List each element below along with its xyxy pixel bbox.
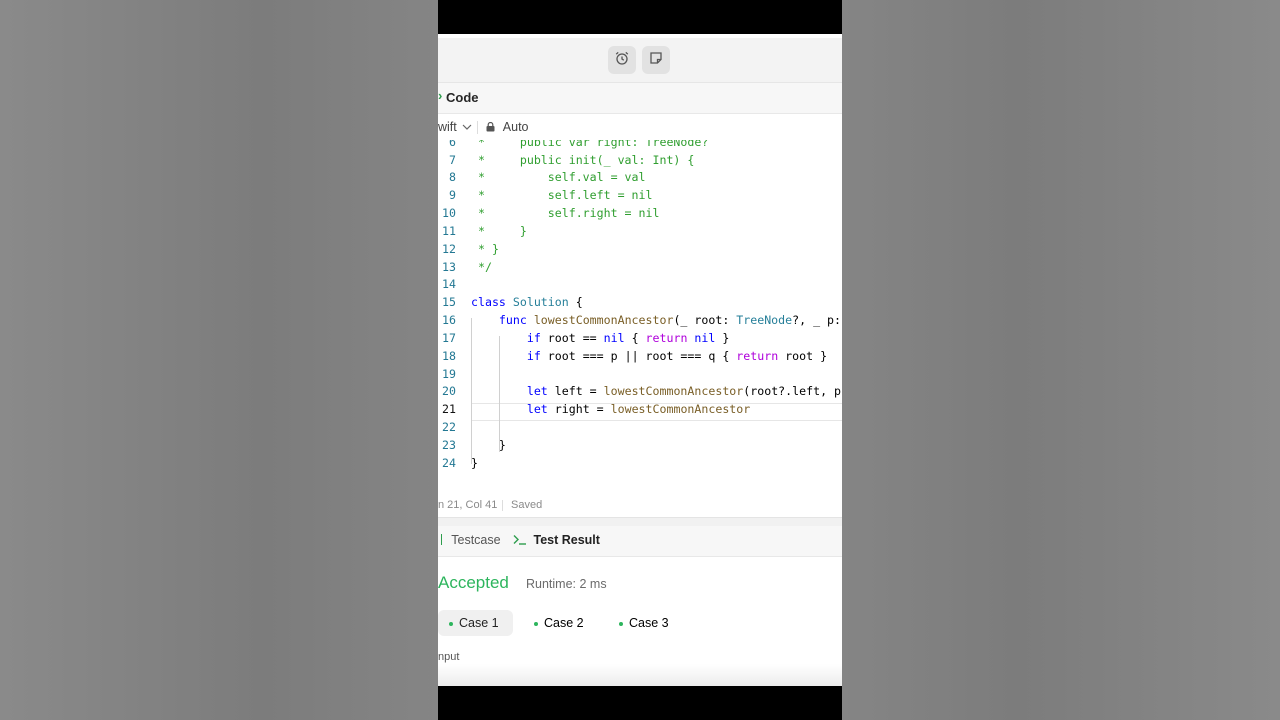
- input-label: nput: [438, 651, 460, 663]
- code-line: 23 }: [442, 438, 506, 452]
- code-line: 9 * self.left = nil: [449, 188, 653, 202]
- lock-icon: [486, 121, 495, 132]
- status-dot-icon: [449, 621, 453, 626]
- phone-frame: › Code wift Auto 6 * public var right: T…: [438, 0, 842, 720]
- right-background: [842, 0, 1280, 720]
- code-line-active: 21 let right = lowestCommonAncestor: [442, 402, 751, 416]
- code-line: 14: [442, 277, 456, 291]
- left-background: [0, 0, 438, 720]
- top-toolbar: [438, 38, 842, 83]
- code-panel-header: › Code: [438, 83, 842, 114]
- divider: [502, 500, 503, 511]
- code-line: 7 * public init(_ val: Int) {: [449, 153, 695, 167]
- code-line: 8 * self.val = val: [449, 170, 646, 184]
- code-line: 24}: [442, 456, 478, 470]
- tab-test-result[interactable]: Test Result: [513, 533, 600, 547]
- note-button[interactable]: [642, 46, 670, 74]
- code-line: 22: [442, 420, 456, 434]
- autosave-toggle[interactable]: Auto: [486, 120, 529, 134]
- code-editor[interactable]: 6 * public var right: TreeNode? 7 * publ…: [438, 140, 842, 484]
- tab-testcase[interactable]: Testcase: [438, 533, 501, 547]
- code-panel-title: Code: [446, 90, 479, 105]
- code-line: 16 func lowestCommonAncestor(_ root: Tre…: [442, 313, 842, 327]
- bottom-panel-tabs: Testcase Test Result: [438, 526, 842, 557]
- case-tab-3[interactable]: Case 3: [608, 610, 669, 636]
- divider: [477, 121, 478, 134]
- code-line: 18 if root === p || root === q { return …: [442, 349, 828, 363]
- language-selector[interactable]: wift: [438, 120, 472, 134]
- code-line: 10 * self.right = nil: [442, 206, 660, 220]
- checkbox-icon: [438, 534, 442, 545]
- case-tab-1[interactable]: Case 1: [438, 610, 513, 636]
- code-line: 6 * public var right: TreeNode?: [449, 140, 709, 149]
- status-dot-icon: [534, 621, 538, 626]
- test-result-panel: Accepted Runtime: 2 ms Case 1 Case 2 Cas…: [438, 557, 842, 686]
- code-line: 13 */: [442, 260, 492, 274]
- code-line: 17 if root == nil { return nil }: [442, 331, 730, 345]
- code-line: 11 * }: [442, 224, 527, 238]
- code-line: 15 class Solution {: [442, 295, 583, 309]
- editor-status-bar: n 21, Col 41 Saved: [438, 496, 842, 516]
- status-dot-icon: [619, 621, 623, 626]
- alarm-clock-icon: [614, 50, 630, 71]
- save-status: Saved: [511, 499, 543, 511]
- app-window: › Code wift Auto 6 * public var right: T…: [438, 34, 842, 686]
- editor-options-bar: wift Auto: [438, 114, 842, 140]
- code-line: 20 let left = lowestCommonAncestor(root?…: [442, 384, 842, 398]
- runtime-label: Runtime: 2 ms: [526, 577, 607, 591]
- code-chevron-icon: ›: [438, 88, 443, 103]
- cursor-position: n 21, Col 41: [438, 499, 498, 511]
- chevron-down-icon: [462, 124, 472, 130]
- bottom-fade: [438, 664, 842, 686]
- code-line: 19: [442, 367, 456, 381]
- terminal-icon: [513, 535, 526, 545]
- case-tab-2[interactable]: Case 2: [523, 610, 584, 636]
- note-icon: [648, 50, 664, 71]
- verdict-label: Accepted: [438, 573, 509, 592]
- alarm-clock-button[interactable]: [608, 46, 636, 74]
- code-line: 12 * }: [442, 242, 499, 256]
